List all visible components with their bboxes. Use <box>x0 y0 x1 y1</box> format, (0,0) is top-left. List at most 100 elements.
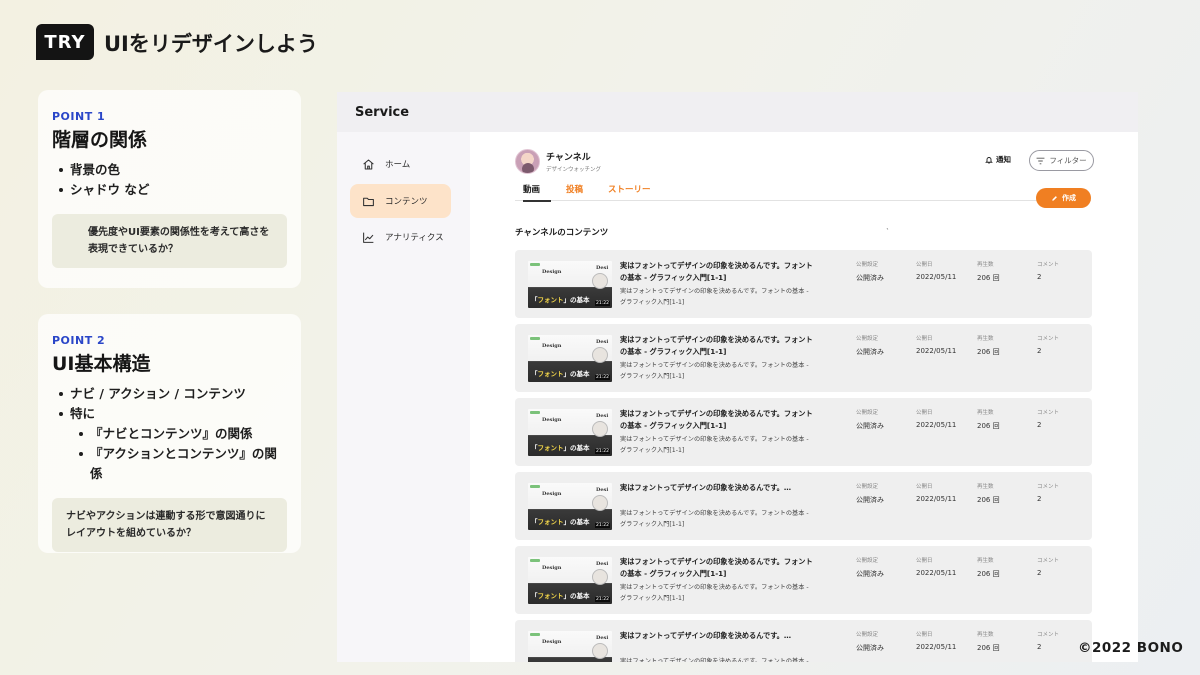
tab-story[interactable]: ストーリー <box>608 183 651 200</box>
date-value: 2022/05/11 <box>916 569 956 577</box>
sidebar-item-contents[interactable]: コンテンツ <box>350 184 451 218</box>
app-title: Service <box>355 105 409 120</box>
point-subitem: 『ナビとコンテンツ』の関係 <box>52 424 287 444</box>
app-window: Service ホーム コンテンツ アナリティクス チャンネル デザインウォッチ… <box>337 92 1138 662</box>
sidebar-item-analytics[interactable]: アナリティクス <box>350 220 451 254</box>
video-thumbnail[interactable]: DesiDesign「フォント」の基本21:22 <box>528 335 612 382</box>
meta-label: 公開設定 <box>856 630 884 638</box>
meta-label: 公開日 <box>916 482 956 490</box>
meta-label: 再生数 <box>977 556 1000 564</box>
video-duration: 21:22 <box>595 597 610 602</box>
thumbnail-caption: 「フォント」の基本 <box>531 368 590 378</box>
point-heading: UI基本構造 <box>52 349 287 376</box>
notify-button[interactable]: 通知 <box>985 154 1011 165</box>
views-value: 206 回 <box>977 347 1000 357</box>
meta-label: 公開日 <box>916 556 956 564</box>
thumbnail-avatar <box>592 273 608 289</box>
section-title: チャンネルのコンテンツ <box>515 226 608 238</box>
meta-status: 公開設定公開済み <box>856 334 884 357</box>
meta-label: 公開日 <box>916 260 956 268</box>
meta-date: 公開日 2022/05/11 <box>916 556 956 577</box>
video-thumbnail[interactable]: DesiDesign「フォント」の基本21:22 <box>528 483 612 530</box>
thumbnail-tag <box>530 263 540 266</box>
meta-label: 公開設定 <box>856 334 884 342</box>
thumbnail-text: Desi <box>596 635 608 641</box>
table-row[interactable]: DesiDesign「フォント」の基本21:22実はフォントってデザインの印象を… <box>515 546 1092 614</box>
section-mark: ` <box>886 228 890 236</box>
status-value: 公開済み <box>856 643 884 653</box>
meta-views: 再生数206 回 <box>977 482 1000 505</box>
status-value: 公開済み <box>856 421 884 431</box>
channel-header[interactable]: チャンネル デザインウォッチング <box>515 149 601 174</box>
date-value: 2022/05/11 <box>916 347 956 355</box>
caption-post: 」の基本 <box>564 592 590 600</box>
video-description: 実はフォントってデザインの印象を決めるんです。フォントの基本 - グラフィック入… <box>620 286 815 308</box>
table-row[interactable]: DesiDesign「フォント」の基本21:22 実はフォントってデザインの印象を… <box>515 324 1092 392</box>
status-value: 公開済み <box>856 569 884 579</box>
views-value: 206 回 <box>977 569 1000 579</box>
filter-button[interactable]: フィルター <box>1029 150 1094 171</box>
caption-highlight: フォント <box>538 370 564 378</box>
caption-post: 」の基本 <box>564 518 590 526</box>
question-box: ナビやアクションは連動する形で意図通りにレイアウトを組めているか？ <box>52 498 287 552</box>
meta-label: コメント <box>1037 482 1059 490</box>
video-thumbnail[interactable]: DesiDesign「フォント」の基本21:22 <box>528 557 612 604</box>
meta-label: 公開設定 <box>856 260 884 268</box>
date-value: 2022/05/11 <box>916 273 956 281</box>
video-title[interactable]: 実はフォントってデザインの印象を決めるんです。フォントの基本 - グラフィック入… <box>620 408 815 432</box>
point-list: ナビ / アクション / コンテンツ 特に 『ナビとコンテンツ』の関係 『アクシ… <box>52 384 287 484</box>
meta-comments: コメント2 <box>1037 408 1059 429</box>
point-item: シャドウ など <box>52 180 287 200</box>
comments-value: 2 <box>1037 643 1059 651</box>
meta-status: 公開設定公開済み <box>856 482 884 505</box>
meta-comments: コメント2 <box>1037 556 1059 577</box>
table-row[interactable]: DesiDesign「フォント」の基本21:22 実はフォントってデザインの印象を… <box>515 472 1092 540</box>
meta-label: 公開日 <box>916 334 956 342</box>
sidebar-item-label: コンテンツ <box>385 195 428 207</box>
filter-label: フィルター <box>1049 155 1086 166</box>
video-title[interactable]: 実はフォントってデザインの印象を決めるんです。… <box>620 630 815 642</box>
table-row[interactable]: DesiDesign「フォント」の基本21:22 実はフォントってデザインの印象を… <box>515 398 1092 466</box>
video-thumbnail[interactable]: DesiDesign「フォント」の基本21:22 <box>528 631 612 662</box>
meta-views: 再生数 206 回 <box>977 556 1000 579</box>
video-title[interactable]: 実はフォントってデザインの印象を決めるんです。… <box>620 482 815 494</box>
question-box: 優先度やUI要素の関係性を考えて高さを表現できているか？ <box>52 214 287 268</box>
table-row[interactable]: DesiDesign「フォント」の基本21:22実はフォントってデザインの印象を… <box>515 620 1092 662</box>
video-thumbnail[interactable]: DesiDesign「フォント」の基本21:22 <box>528 261 612 308</box>
tab-video[interactable]: 動画 <box>523 183 551 202</box>
video-thumbnail[interactable]: DesiDesign「フォント」の基本21:22 <box>528 409 612 456</box>
filter-icon <box>1036 157 1045 165</box>
meta-label: 再生数 <box>977 334 1000 342</box>
create-button[interactable]: 作成 <box>1036 188 1091 208</box>
video-title[interactable]: 実はフォントってデザインの印象を決めるんです。フォントの基本 - グラフィック入… <box>620 260 815 284</box>
meta-status: 公開設定公開済み <box>856 556 884 579</box>
home-icon <box>362 158 375 171</box>
chart-icon <box>362 231 375 244</box>
thumbnail-text: Desi <box>596 339 608 345</box>
sidebar-item-home[interactable]: ホーム <box>350 147 451 181</box>
tab-post[interactable]: 投稿 <box>566 183 583 200</box>
thumbnail-tag <box>530 337 540 340</box>
date-value: 2022/05/11 <box>916 643 956 651</box>
meta-views: 再生数206 回 <box>977 630 1000 653</box>
comments-value: 2 <box>1037 495 1059 503</box>
video-title[interactable]: 実はフォントってデザインの印象を決めるんです。フォントの基本 - グラフィック入… <box>620 556 815 580</box>
caption-post: 」の基本 <box>564 296 590 304</box>
meta-status: 公開設定公開済み <box>856 630 884 653</box>
thumbnail-tag <box>530 633 540 636</box>
caption-post: 」の基本 <box>564 444 590 452</box>
thumbnail-avatar <box>592 347 608 363</box>
meta-label: コメント <box>1037 556 1059 564</box>
thumbnail-text: Desi <box>596 265 608 271</box>
table-row[interactable]: DesiDesign「フォント」の基本21:22 実はフォントってデザインの印象を… <box>515 250 1092 318</box>
meta-views: 再生数206 回 <box>977 408 1000 431</box>
point-item: 背景の色 <box>52 160 287 180</box>
thumbnail-tag <box>530 411 540 414</box>
thumbnail-caption: 「フォント」の基本 <box>531 516 590 526</box>
meta-label: コメント <box>1037 334 1059 342</box>
meta-date: 公開日 2022/05/11 <box>916 260 956 281</box>
video-title[interactable]: 実はフォントってデザインの印象を決めるんです。フォントの基本 - グラフィック入… <box>620 334 815 358</box>
meta-date: 公開日2022/05/11 <box>916 408 956 429</box>
thumbnail-text: Design <box>542 639 561 645</box>
views-value: 206 回 <box>977 421 1000 431</box>
